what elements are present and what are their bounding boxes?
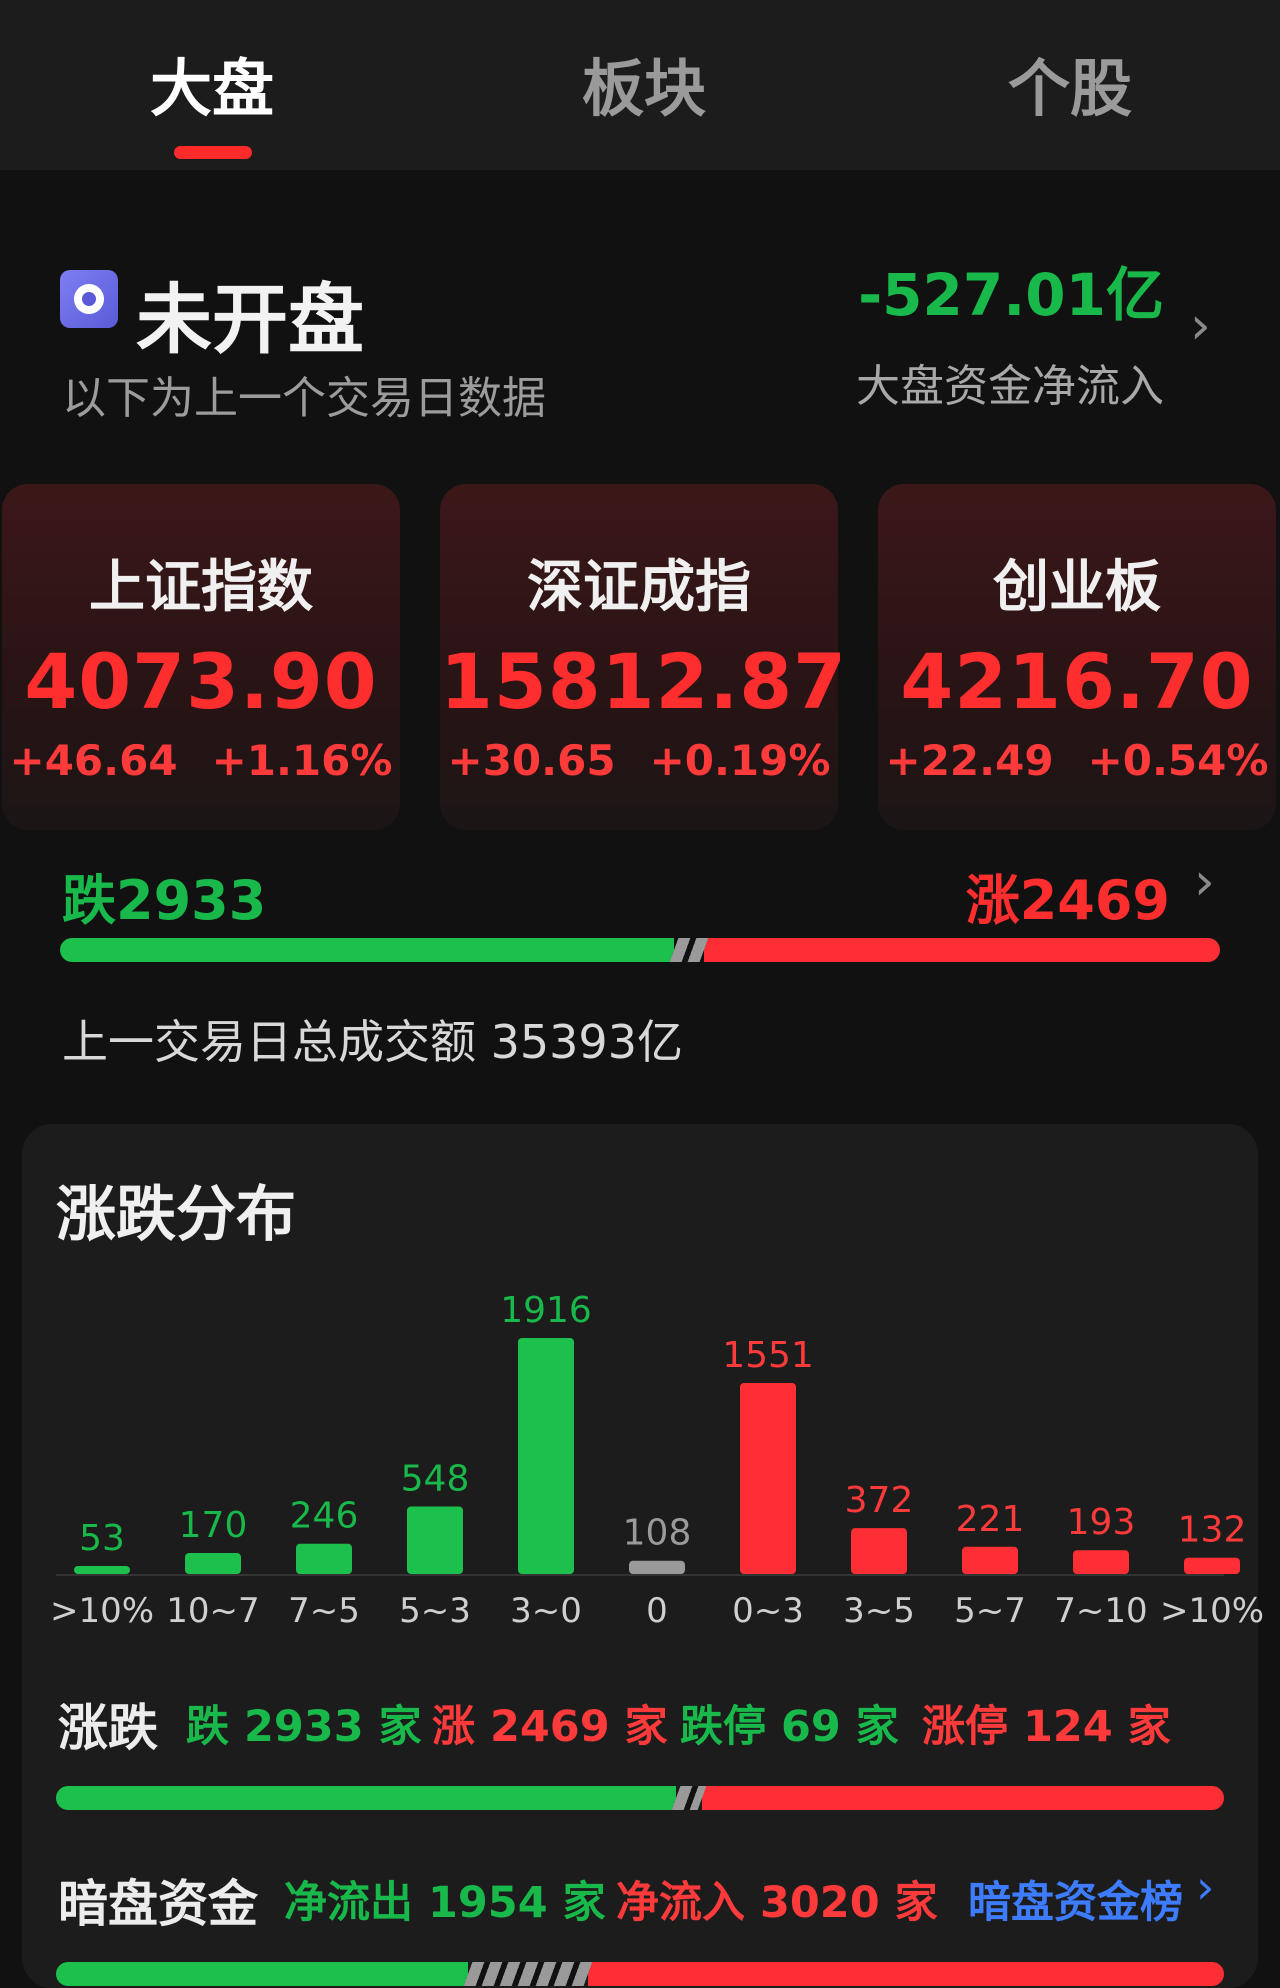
dist-bar-value-label: 53 — [79, 1518, 125, 1559]
dist-bar-value-label: 170 — [179, 1505, 248, 1546]
dist-category-label: >10% — [1160, 1591, 1264, 1631]
dist-bar — [1184, 1557, 1240, 1574]
dark-pool-label: 暗盘资金 — [58, 1875, 258, 1933]
dist-bar-value-label: 246 — [290, 1496, 359, 1537]
dist-bar-value-label: 1916 — [500, 1290, 592, 1331]
dist-bar — [851, 1528, 907, 1574]
dist-bar — [1073, 1550, 1129, 1574]
dist-bar-value-label: 221 — [956, 1499, 1025, 1540]
ratio-fall-segment — [56, 1786, 677, 1810]
distribution-bar-chart: 53 >10% 170 10~7 246 7~5 548 5~3 1916 3~0 108 0 1551… — [50, 1290, 1264, 1631]
dist-category-label: 0~3 — [732, 1591, 804, 1631]
dist-bar — [740, 1382, 796, 1574]
updown-label: 涨跌 — [58, 1699, 158, 1757]
dark-pool-inflow: 净流入 3020 家 — [616, 1878, 938, 1928]
dist-bar-value-label: 1551 — [722, 1335, 814, 1376]
dist-category-label: 5~7 — [954, 1591, 1026, 1631]
ratio-outflow-segment — [56, 1962, 468, 1986]
dist-bar-value-label: 108 — [623, 1513, 692, 1554]
chevron-right-icon[interactable]: › — [1196, 1860, 1214, 1914]
dark-pool-outflow: 净流出 1954 家 — [284, 1878, 606, 1928]
ratio-inflow-segment — [587, 1962, 1224, 1986]
limit-down-count: 跌停 69 家 — [680, 1702, 899, 1752]
dark-pool-ratio-bar — [56, 1962, 1224, 1986]
dist-category-label: >10% — [50, 1591, 154, 1631]
rise-stock-count: 涨 2469 家 — [432, 1702, 668, 1752]
ratio-rise-segment — [702, 1786, 1224, 1810]
limit-up-count: 涨停 124 家 — [922, 1702, 1171, 1752]
dist-bar — [518, 1338, 574, 1574]
dist-bar — [74, 1566, 130, 1574]
dist-category-label: 3~5 — [843, 1591, 915, 1631]
dist-category-label: 5~3 — [399, 1591, 471, 1631]
updown-ratio-bar — [56, 1786, 1224, 1810]
dark-pool-rank-link[interactable]: 暗盘资金榜 — [968, 1868, 1183, 1930]
dist-category-label: 3~0 — [510, 1591, 582, 1631]
dist-bar-value-label: 372 — [845, 1480, 914, 1521]
dist-bar-value-label: 132 — [1178, 1510, 1247, 1551]
dist-bar — [629, 1560, 685, 1574]
dist-bar-value-label: 548 — [401, 1459, 470, 1500]
dist-category-label: 0 — [646, 1591, 668, 1631]
dist-bar — [185, 1553, 241, 1574]
dist-category-label: 7~10 — [1054, 1591, 1147, 1631]
dist-category-label: 7~5 — [288, 1591, 360, 1631]
dist-bar-value-label: 193 — [1067, 1502, 1136, 1543]
dist-category-label: 10~7 — [166, 1591, 259, 1631]
dist-bar — [296, 1543, 352, 1574]
ratio-neutral-segment — [463, 1962, 593, 1986]
dist-bar — [962, 1546, 1018, 1574]
fall-stock-count: 跌 2933 家 — [186, 1702, 422, 1752]
dist-bar — [407, 1506, 463, 1574]
